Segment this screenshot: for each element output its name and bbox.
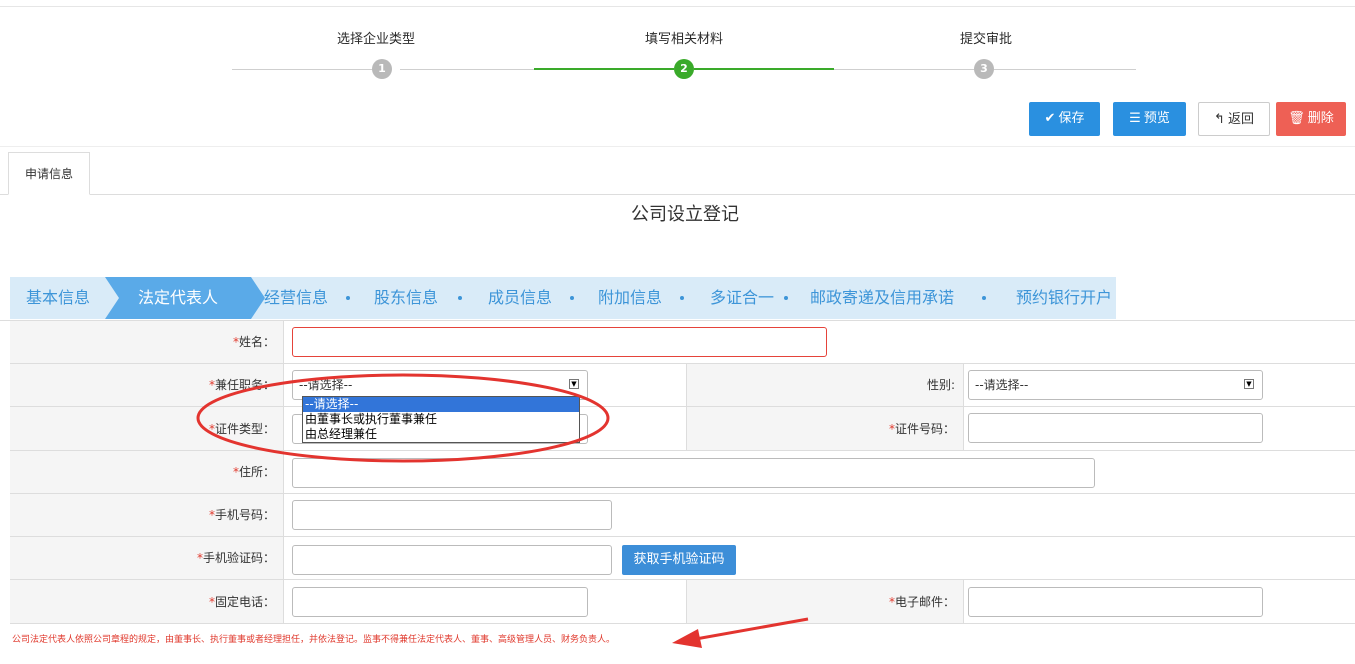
dropdown-option[interactable]: --请选择--	[303, 397, 579, 412]
gender-label: 性别:	[686, 364, 964, 406]
sms-code-input[interactable]	[292, 545, 612, 575]
back-arrow-icon: ↰	[1214, 112, 1225, 127]
list-icon: ☰	[1129, 111, 1141, 126]
delete-button[interactable]: 🗑 删除	[1276, 102, 1346, 136]
separator-dot-icon	[342, 291, 354, 305]
phone-label: *固定电话：	[10, 580, 284, 623]
get-sms-code-button[interactable]: 获取手机验证码	[622, 545, 736, 575]
name-input[interactable]	[292, 327, 827, 357]
step-2-dot: 2	[674, 59, 694, 79]
section-item-legal-rep[interactable]: 法定代表人	[138, 277, 218, 319]
save-label: 保存	[1058, 111, 1085, 126]
section-item-member-info[interactable]: 成员信息	[488, 277, 552, 319]
row-id: *证件类型： *证件号码：	[10, 407, 1355, 451]
back-button[interactable]: ↰ 返回	[1198, 102, 1270, 136]
step-1-dot: 1	[372, 59, 392, 79]
step-3-label: 提交审批	[959, 32, 1013, 47]
id-number-input[interactable]	[968, 413, 1263, 443]
step-line-4-active	[694, 68, 834, 70]
dropdown-arrow-icon: ▼	[1244, 379, 1254, 389]
separator-dot-icon	[978, 291, 990, 305]
step-line-1	[232, 69, 380, 70]
separator-dot-icon	[566, 291, 578, 305]
section-nav: 基本信息 法定代表人 经营信息 股东信息 成员信息 附加信息 多证合一 邮政寄递…	[10, 277, 1116, 319]
preview-button[interactable]: ☰ 预览	[1113, 102, 1186, 136]
position-label: *兼任职务：	[10, 364, 284, 406]
step-line-3-active	[534, 68, 674, 70]
sms-code-label: *手机验证码：	[10, 537, 284, 579]
email-input[interactable]	[968, 587, 1263, 617]
name-label: *姓名：	[10, 321, 284, 363]
row-position-gender: *兼任职务： --请选择-- ▼ 性别: --请选择-- ▼	[10, 364, 1355, 407]
back-label: 返回	[1227, 112, 1254, 127]
check-icon: ✔	[1044, 111, 1056, 126]
step-1-label: 选择企业类型	[336, 32, 416, 47]
section-item-multi-cert[interactable]: 多证合一	[710, 277, 774, 319]
annotation-arrowhead	[672, 629, 702, 648]
section-item-shareholder-info[interactable]: 股东信息	[374, 277, 438, 319]
section-item-basic-info[interactable]: 基本信息	[26, 277, 90, 319]
address-label: *住所：	[10, 451, 284, 493]
delete-label: 删除	[1307, 111, 1334, 126]
section-item-bank-account[interactable]: 预约银行开户	[1016, 277, 1112, 319]
section-item-business-info[interactable]: 经营信息	[264, 277, 328, 319]
save-button[interactable]: ✔ 保存	[1029, 102, 1100, 136]
step-line-6	[994, 69, 1136, 70]
section-item-additional-info[interactable]: 附加信息	[598, 277, 662, 319]
legal-rep-notice: 公司法定代表人依照公司章程的规定，由董事长、执行董事或者经理担任，并依法登记。监…	[12, 635, 616, 645]
section-item-postal-credit[interactable]: 邮政寄递及信用承诺	[810, 277, 954, 319]
step-2-label: 填写相关材料	[644, 32, 724, 47]
dropdown-option[interactable]: 由董事长或执行董事兼任	[303, 412, 579, 427]
position-dropdown-list[interactable]: --请选择-- 由董事长或执行董事兼任 由总经理兼任	[302, 396, 580, 443]
tabbar-line	[0, 194, 1355, 195]
row-address: *住所：	[10, 451, 1355, 494]
dropdown-arrow-icon: ▼	[569, 379, 579, 389]
page-title: 公司设立登记	[631, 204, 739, 225]
separator-dot-icon	[780, 291, 792, 305]
top-divider	[0, 6, 1355, 7]
position-select-value: --请选择--	[299, 378, 353, 392]
mobile-label: *手机号码：	[10, 494, 284, 536]
tabbar-top-line	[0, 146, 1355, 147]
row-name: *姓名：	[10, 321, 1355, 364]
separator-dot-icon	[454, 291, 466, 305]
step-line-5	[834, 69, 974, 70]
step-line-2	[400, 69, 534, 70]
step-3-dot: 3	[974, 59, 994, 79]
tab-application-info[interactable]: 申请信息	[8, 152, 90, 195]
email-label: *电子邮件：	[686, 580, 964, 623]
gender-select-value: --请选择--	[975, 378, 1029, 392]
mobile-input[interactable]	[292, 500, 612, 530]
gender-select[interactable]: --请选择-- ▼	[968, 370, 1263, 400]
address-input[interactable]	[292, 458, 1095, 488]
phone-input[interactable]	[292, 587, 588, 617]
dropdown-option[interactable]: 由总经理兼任	[303, 427, 579, 442]
separator-dot-icon	[676, 291, 688, 305]
row-mobile: *手机号码：	[10, 494, 1355, 537]
id-type-label: *证件类型：	[10, 407, 284, 450]
preview-label: 预览	[1143, 111, 1170, 126]
trash-icon: 🗑	[1288, 111, 1305, 126]
id-number-label: *证件号码：	[686, 407, 964, 450]
row-phone-email: *固定电话： *电子邮件：	[10, 580, 1355, 624]
